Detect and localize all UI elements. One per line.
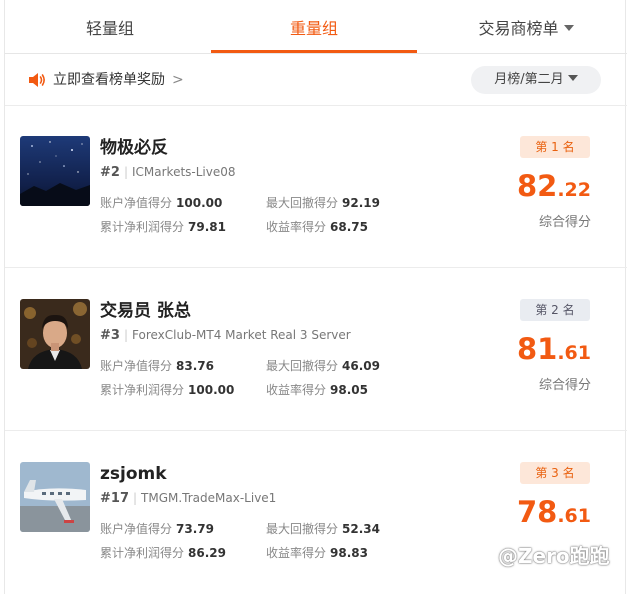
separator: | — [132, 491, 138, 505]
ranking-panel: 轻量组 重量组 交易商榜单 立即查看榜单奖励 > 月榜/第二月 物极必反 #2 |… — [4, 0, 627, 594]
period-label: 月榜/第二月 — [494, 72, 564, 87]
stat-return-rate: 收益率得分 68.75 — [266, 218, 368, 236]
period-selector[interactable]: 月榜/第二月 — [471, 66, 601, 94]
avatar — [20, 136, 90, 206]
stat-net-profit: 累计净利润得分 100.00 — [100, 381, 234, 399]
stat-equity: 账户净值得分 73.79 — [100, 520, 214, 538]
score-integer: 78 — [516, 495, 558, 529]
trader-name: zsjomk — [100, 464, 167, 484]
trader-name: 交易员 张总 — [100, 301, 191, 321]
ranking-card[interactable]: 交易员 张总 #3 | ForexClub-MT4 Market Real 3 Se… — [5, 269, 627, 431]
score-integer: 81 — [516, 332, 558, 366]
speaker-icon — [29, 73, 45, 87]
stat-label: 收益率得分 — [266, 546, 327, 560]
stat-value: 100.00 — [188, 383, 235, 397]
stat-label: 累计净利润得分 — [100, 220, 185, 234]
rank-badge: 第 3 名 — [520, 462, 590, 484]
stat-return-rate: 收益率得分 98.05 — [266, 381, 368, 399]
group-tabs: 轻量组 重量组 交易商榜单 — [5, 0, 627, 54]
score-decimal: .61 — [557, 342, 591, 364]
trader-name: 物极必反 — [100, 138, 168, 158]
chevron-right-icon: > — [172, 72, 184, 88]
score-label: 综合得分 — [538, 378, 591, 393]
reward-notice-link[interactable]: 立即查看榜单奖励 — [53, 70, 165, 90]
stat-value: 83.76 — [176, 359, 214, 373]
tab-heavy-group[interactable]: 重量组 — [211, 0, 417, 54]
stat-label: 最大回撤得分 — [266, 196, 339, 210]
separator: | — [123, 328, 128, 342]
stat-net-profit: 累计净利润得分 79.81 — [100, 218, 226, 236]
stat-label: 累计净利润得分 — [100, 546, 185, 560]
score-label: 综合得分 — [538, 215, 591, 230]
stat-value: 92.19 — [342, 196, 380, 210]
rank-badge: 第 2 名 — [520, 299, 590, 321]
account-info: #2 | ICMarkets-Live08 — [100, 163, 236, 182]
stat-label: 收益率得分 — [266, 383, 327, 397]
overall-score: 81.61 — [517, 329, 591, 374]
stat-value: 79.81 — [188, 220, 226, 234]
score-decimal: .22 — [557, 179, 591, 201]
score-integer: 82 — [516, 169, 558, 203]
stat-value: 86.29 — [188, 546, 226, 560]
stat-label: 账户净值得分 — [100, 359, 173, 373]
rank-badge: 第 1 名 — [520, 136, 590, 158]
server-name: ICMarkets-Live08 — [132, 165, 236, 179]
ranking-card[interactable]: 物极必反 #2 | ICMarkets-Live08 账户净值得分 100.00 最大… — [5, 106, 627, 268]
stat-drawdown: 最大回撤得分 46.09 — [266, 357, 380, 375]
tab-label: 重量组 — [289, 19, 338, 38]
stat-label: 账户净值得分 — [100, 522, 173, 536]
separator: | — [123, 165, 128, 179]
avatar — [20, 462, 90, 532]
account-info: #3 | ForexClub-MT4 Market Real 3 Server — [100, 326, 351, 345]
stat-return-rate: 收益率得分 98.83 — [266, 544, 368, 562]
rank-number: #17 — [100, 491, 129, 506]
score-decimal: .61 — [557, 505, 591, 527]
active-tab-indicator — [211, 50, 417, 53]
tab-label: 轻量组 — [85, 19, 134, 38]
server-name: ForexClub-MT4 Market Real 3 Server — [132, 328, 351, 342]
stat-drawdown: 最大回撤得分 52.34 — [266, 520, 380, 538]
tab-label: 交易商榜单 — [478, 19, 559, 38]
tab-light-group[interactable]: 轻量组 — [35, 0, 185, 54]
stat-value: 68.75 — [330, 220, 368, 234]
caret-down-icon — [563, 25, 574, 31]
stat-label: 账户净值得分 — [100, 196, 173, 210]
stat-value: 73.79 — [176, 522, 214, 536]
stat-drawdown: 最大回撤得分 92.19 — [266, 194, 380, 212]
stat-value: 98.83 — [330, 546, 368, 560]
stat-equity: 账户净值得分 83.76 — [100, 357, 214, 375]
stat-value: 100.00 — [176, 196, 223, 210]
stat-label: 累计净利润得分 — [100, 383, 185, 397]
stat-label: 最大回撤得分 — [266, 522, 339, 536]
stat-label: 最大回撤得分 — [266, 359, 339, 373]
caret-down-icon — [567, 75, 578, 81]
stat-net-profit: 累计净利润得分 86.29 — [100, 544, 226, 562]
overall-score: 82.22 — [517, 166, 591, 211]
overall-score: 78.61 — [517, 492, 591, 537]
account-info: #17 | TMGM.TradeMax-Live1 — [100, 489, 276, 508]
watermark: @Zero跑跑 — [498, 544, 610, 568]
ranking-card[interactable]: zsjomk #17 | TMGM.TradeMax-Live1 账户净值得分 73.… — [5, 432, 627, 594]
rank-number: #3 — [100, 328, 120, 343]
reward-notice-bar: 立即查看榜单奖励 > 月榜/第二月 — [5, 54, 627, 106]
stat-value: 98.05 — [330, 383, 368, 397]
avatar — [20, 299, 90, 369]
server-name: TMGM.TradeMax-Live1 — [141, 491, 277, 505]
rank-number: #2 — [100, 165, 120, 180]
stat-equity: 账户净值得分 100.00 — [100, 194, 222, 212]
stat-value: 52.34 — [342, 522, 380, 536]
stat-label: 收益率得分 — [266, 220, 327, 234]
stat-value: 46.09 — [342, 359, 380, 373]
tab-broker-ranking[interactable]: 交易商榜单 — [441, 0, 611, 54]
